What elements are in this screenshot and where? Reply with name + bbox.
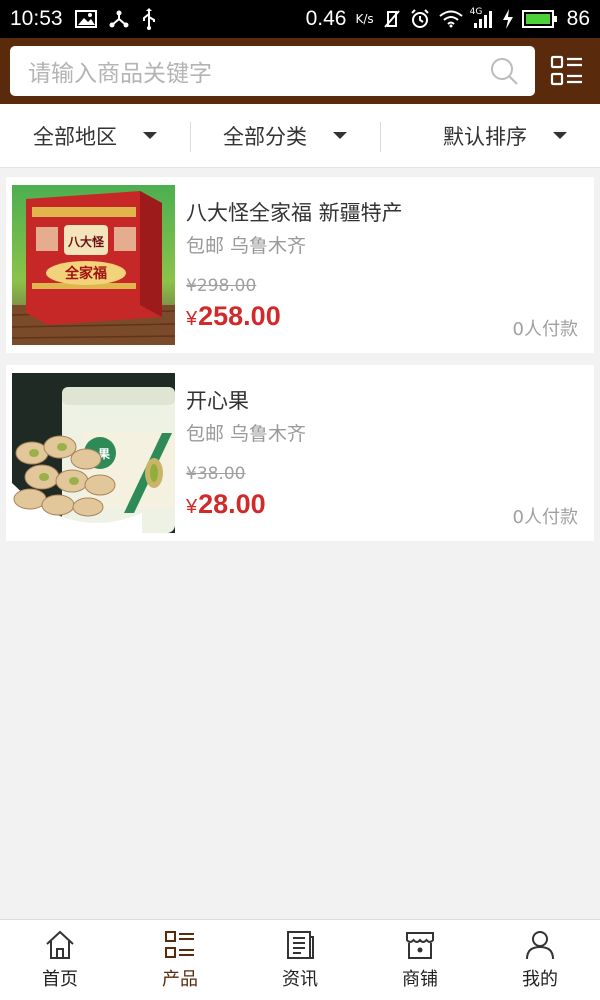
product-price-value: 258.00 — [198, 301, 281, 331]
product-price: ¥28.00 — [186, 489, 266, 520]
tab-label: 商铺 — [402, 969, 438, 990]
tab-me[interactable]: 我的 — [480, 920, 600, 1000]
network-type: 4G — [469, 7, 483, 17]
wifi-icon — [439, 10, 463, 28]
charging-icon — [502, 9, 513, 29]
category-menu-icon[interactable] — [550, 54, 584, 88]
tab-label: 我的 — [522, 969, 558, 990]
filter-sort[interactable]: 默认排序 — [380, 104, 600, 167]
filter-region[interactable]: 全部地区 — [0, 104, 190, 167]
signal-icon: 4G — [469, 7, 494, 29]
product-original-price: ¥298.00 — [186, 276, 257, 296]
bottom-tab-bar: 首页 产品 资讯 商铺 我的 — [0, 919, 600, 1000]
caret-down-icon — [333, 132, 347, 139]
product-shipping: 包邮 乌鲁木齐 — [186, 423, 307, 445]
status-time: 10:53 — [10, 7, 63, 30]
filter-bar: 全部地区 全部分类 默认排序 — [0, 104, 600, 168]
battery-icon — [521, 9, 558, 29]
filter-label: 全部地区 — [33, 124, 117, 149]
filter-label: 全部分类 — [223, 124, 307, 149]
product-list: 八大怪 全家福 八大怪全家福 新疆特产 包邮 乌鲁木齐 ¥298.00 ¥258… — [6, 177, 594, 553]
product-card[interactable]: 果 开心果 包邮 乌鲁木齐 ¥38.00 ¥28.00 0人付款 — [6, 365, 594, 541]
currency-symbol: ¥ — [186, 308, 198, 330]
search-placeholder: 请输入商品关键字 — [28, 61, 212, 87]
product-image-giftbox[interactable]: 八大怪 全家福 — [12, 185, 175, 345]
product-sales-count: 0人付款 — [512, 507, 578, 528]
share-notification-icon — [109, 9, 129, 29]
product-name: 八大怪全家福 新疆特产 — [186, 201, 403, 225]
network-speed: 0.46 — [305, 7, 347, 30]
product-shipping: 包邮 乌鲁木齐 — [186, 235, 307, 257]
currency-symbol: ¥ — [186, 496, 198, 518]
search-icon[interactable] — [489, 56, 519, 86]
giftbox-title-text: 全家福 — [64, 265, 107, 282]
giftbox-brand-text: 八大怪 — [67, 234, 105, 249]
status-bar: 10:53 0.46 K/s 4G 86 — [0, 0, 600, 38]
tab-news[interactable]: 资讯 — [240, 920, 360, 1000]
product-price-value: 28.00 — [198, 489, 266, 519]
filter-category[interactable]: 全部分类 — [190, 104, 380, 167]
news-icon — [287, 931, 314, 959]
user-icon — [526, 931, 554, 960]
network-speed-unit: K/s — [355, 12, 374, 26]
usb-icon — [141, 8, 157, 30]
tab-label: 产品 — [162, 969, 198, 990]
alarm-icon — [410, 9, 430, 29]
caret-down-icon — [553, 132, 567, 139]
tab-label: 首页 — [42, 969, 78, 990]
image-notification-icon — [74, 10, 97, 28]
list-icon — [165, 931, 194, 958]
tab-home[interactable]: 首页 — [0, 920, 120, 1000]
filter-label: 默认排序 — [443, 124, 527, 149]
product-image-pistachio[interactable]: 果 — [12, 373, 175, 533]
product-card[interactable]: 八大怪 全家福 八大怪全家福 新疆特产 包邮 乌鲁木齐 ¥298.00 ¥258… — [6, 177, 594, 353]
vibrate-off-icon — [383, 9, 401, 29]
tab-products[interactable]: 产品 — [120, 920, 240, 1000]
search-input[interactable]: 请输入商品关键字 — [10, 46, 535, 96]
product-name: 开心果 — [186, 389, 249, 413]
battery-level: 86 — [566, 7, 590, 30]
caret-down-icon — [143, 132, 157, 139]
shop-icon — [406, 932, 434, 959]
product-sales-count: 0人付款 — [512, 319, 578, 340]
header: 请输入商品关键字 — [0, 38, 600, 104]
home-icon — [46, 930, 74, 959]
tab-label: 资讯 — [282, 969, 318, 990]
product-price: ¥258.00 — [186, 301, 281, 332]
product-original-price: ¥38.00 — [186, 464, 246, 484]
tab-shop[interactable]: 商铺 — [360, 920, 480, 1000]
